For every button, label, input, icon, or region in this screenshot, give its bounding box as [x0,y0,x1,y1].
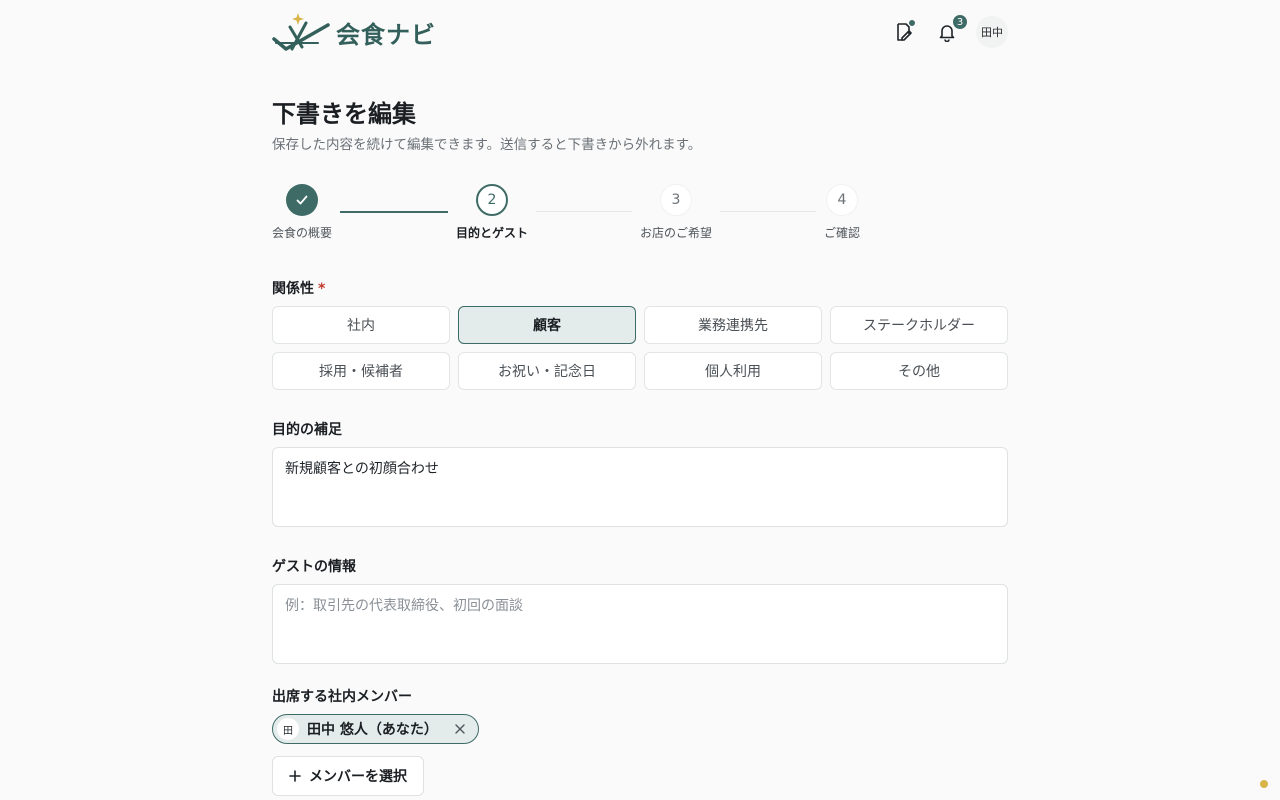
drafts-button[interactable] [888,17,918,47]
purpose-label: 目的の補足 [272,422,342,438]
members-label: 出席する社内メンバー [272,689,412,705]
relationship-label: 関係性 * [272,278,325,298]
step-2[interactable]: 2 目的とゲスト [456,184,528,240]
step-4-label: ご確認 [824,226,861,240]
step-1-circle [286,184,318,216]
page-subtitle: 保存した内容を続けて編集できます。送信すると下書きから外れます。 [272,137,702,153]
step-connector-1 [340,211,448,213]
relationship-label-text: 関係性 [272,281,314,297]
app-logo[interactable]: 会食ナビ [272,11,436,53]
draft-edit-page: 会食ナビ 3 田中 下書きを編集 保存した内容を続けて編集できます。送信すると下… [0,0,1280,800]
relationship-option-celebration[interactable]: お祝い・記念日 [458,352,636,390]
app-name: 会食ナビ [336,20,436,49]
relationship-option-recruiting[interactable]: 採用・候補者 [272,352,450,390]
top-header: 会食ナビ 3 田中 [272,10,1008,54]
member-chip-remove-button[interactable] [452,721,468,737]
notification-count-badge: 3 [952,14,968,30]
relationship-option-customer[interactable]: 顧客 [458,306,636,344]
step-4-circle: 4 [826,184,858,216]
relationship-option-other[interactable]: その他 [830,352,1008,390]
relationship-option-partner[interactable]: 業務連携先 [644,306,822,344]
select-members-button[interactable]: メンバーを選択 [272,756,424,796]
progress-stepper: 会食の概要 2 目的とゲスト 3 お店のご希望 4 ご確認 [272,184,892,244]
step-1[interactable]: 会食の概要 [272,184,332,240]
required-mark: * [318,281,326,297]
step-3-circle: 3 [660,184,692,216]
plus-icon [289,770,301,782]
step-2-label: 目的とゲスト [456,226,529,240]
step-connector-3 [720,211,816,212]
member-chip-name: 田中 悠人（あなた） [307,722,438,738]
step-3[interactable]: 3 お店のご希望 [640,184,712,240]
user-avatar[interactable]: 田中 [976,16,1008,48]
relationship-options: 社内 顧客 業務連携先 ステークホルダー 採用・候補者 お祝い・記念日 個人利用… [272,306,1008,390]
drafts-indicator-dot [908,19,916,27]
page-title: 下書きを編集 [272,100,416,128]
relationship-option-stakeholder[interactable]: ステークホルダー [830,306,1008,344]
check-icon [296,195,308,205]
step-4[interactable]: 4 ご確認 [824,184,860,240]
step-connector-2 [536,211,632,212]
relationship-option-internal[interactable]: 社内 [272,306,450,344]
step-2-circle: 2 [476,184,508,216]
status-dot [1260,780,1268,788]
header-actions: 3 田中 [888,14,1008,48]
select-members-button-label: メンバーを選択 [309,769,407,785]
member-chip: 田 田中 悠人（あなた） [272,714,479,744]
guest-info-label: ゲストの情報 [272,559,356,575]
purpose-textarea[interactable]: 新規顧客との初顔合わせ [272,447,1008,527]
member-chip-avatar: 田 [277,718,299,740]
step-3-label: お店のご希望 [640,226,713,240]
close-icon [455,724,465,734]
relationship-option-personal[interactable]: 個人利用 [644,352,822,390]
guest-info-textarea[interactable] [272,584,1008,664]
logo-mark-icon [272,13,330,51]
notifications-button[interactable]: 3 [932,14,968,47]
step-1-label: 会食の概要 [272,226,333,240]
